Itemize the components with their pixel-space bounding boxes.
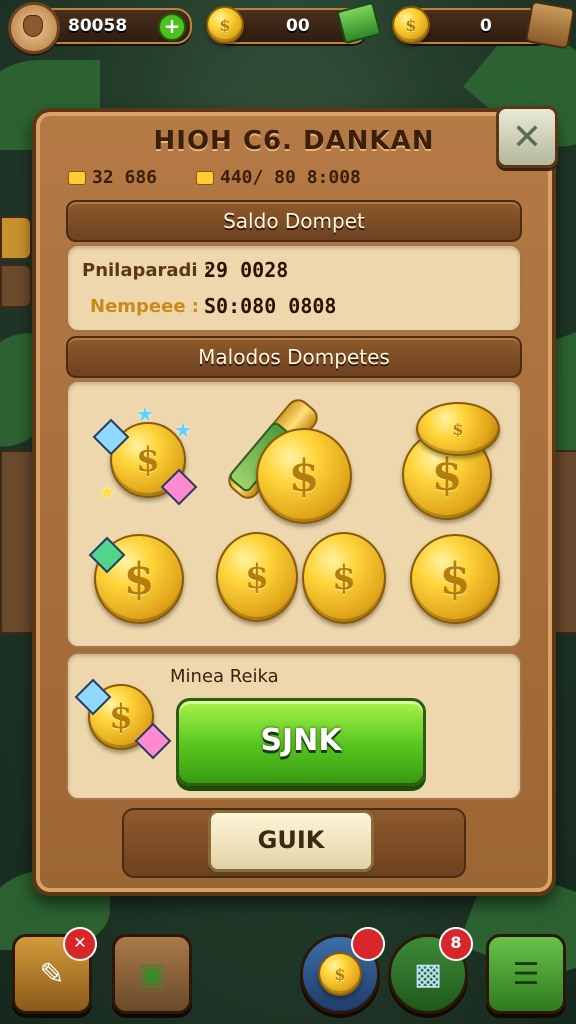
map-button[interactable]: ▣ bbox=[112, 934, 192, 1014]
coins-value: 00 bbox=[286, 16, 310, 36]
bonus-coin-pack bbox=[74, 676, 172, 760]
side-tab-settings[interactable] bbox=[0, 264, 32, 308]
close-icon: ✕ bbox=[511, 116, 543, 158]
balance-box: Pnilaparadi : 29 0028 Nempeee : S0:080 0… bbox=[66, 244, 522, 332]
alert-badge: ✕ bbox=[63, 927, 97, 961]
section-coins-header: Malodos Dompetes bbox=[66, 336, 522, 378]
stat-left: 32 686 bbox=[68, 164, 157, 192]
coin-pack-5[interactable] bbox=[216, 532, 392, 628]
stat-right: 440/ 80 8:008 bbox=[196, 164, 361, 192]
coin-icon bbox=[206, 6, 244, 44]
stat-right-value: 440/ 80 8:008 bbox=[220, 167, 361, 188]
section-balance-label: Saldo Dompet bbox=[223, 209, 365, 233]
row2-value: S0:080 0808 bbox=[204, 294, 337, 318]
coin-icon bbox=[392, 6, 430, 44]
coin-pack-6[interactable] bbox=[408, 534, 504, 630]
avatar-icon[interactable] bbox=[8, 2, 60, 54]
close-button[interactable]: ✕ bbox=[496, 106, 558, 168]
bonus-label: Minea Reika bbox=[170, 666, 279, 687]
gift-box-button[interactable]: ▩ 8 bbox=[388, 927, 473, 1014]
notification-badge bbox=[351, 927, 385, 961]
coin-pack-4[interactable] bbox=[88, 530, 200, 630]
gold-stack-icon bbox=[196, 171, 214, 185]
coin-icon bbox=[302, 532, 386, 624]
coin-icon bbox=[256, 428, 352, 524]
quest-icon: ✎ bbox=[39, 956, 65, 992]
star-icon: ★ bbox=[98, 480, 116, 504]
row2-label: Nempeee : bbox=[90, 296, 200, 317]
gold-value: 0 bbox=[480, 16, 492, 36]
quit-button[interactable]: GUIK bbox=[208, 810, 374, 872]
row1-value: 29 0028 bbox=[204, 258, 289, 282]
panel-title: HIOH C6. DANKAN bbox=[153, 126, 435, 156]
treasure-icon[interactable] bbox=[524, 0, 576, 50]
gold-stack-icon bbox=[68, 171, 86, 185]
coin-icon bbox=[216, 532, 298, 622]
quest-button[interactable]: ✎ ✕ bbox=[12, 927, 97, 1014]
xp-value: 80058 bbox=[68, 16, 128, 36]
section-coins-label: Malodos Dompetes bbox=[198, 345, 390, 369]
star-icon: ★ bbox=[136, 402, 154, 426]
star-icon: ★ bbox=[174, 418, 192, 442]
fence-decor bbox=[0, 450, 34, 634]
menu-icon: ☰ bbox=[512, 956, 540, 992]
plus-icon[interactable]: + bbox=[158, 13, 186, 41]
gift-box-icon: ▩ bbox=[413, 956, 443, 992]
map-icon: ▣ bbox=[137, 956, 167, 992]
section-balance-header: Saldo Dompet bbox=[66, 200, 522, 242]
coin-packs-grid: ★ ★ ★ bbox=[66, 380, 522, 648]
coin-icon bbox=[410, 534, 500, 624]
wallet-panel: HIOH C6. DANKAN ✕ 32 686 440/ 80 8:008 S… bbox=[32, 106, 558, 896]
row1-label: Pnilaparadi : bbox=[82, 260, 212, 281]
sync-button[interactable]: SJNK bbox=[176, 698, 426, 786]
coin-icon bbox=[416, 402, 500, 456]
coin-pack-1[interactable]: ★ ★ ★ bbox=[88, 396, 208, 506]
coin-pack-2[interactable] bbox=[216, 388, 366, 524]
gift-count-badge: 8 bbox=[439, 927, 473, 961]
coin-pack-3[interactable] bbox=[396, 396, 506, 520]
stat-left-value: 32 686 bbox=[92, 167, 158, 188]
avatar-face bbox=[23, 15, 43, 37]
side-tab-quest[interactable] bbox=[0, 216, 32, 260]
coin-shop-icon bbox=[318, 952, 362, 996]
coin-shop-button[interactable] bbox=[300, 927, 385, 1014]
menu-button[interactable]: ☰ bbox=[486, 934, 566, 1014]
